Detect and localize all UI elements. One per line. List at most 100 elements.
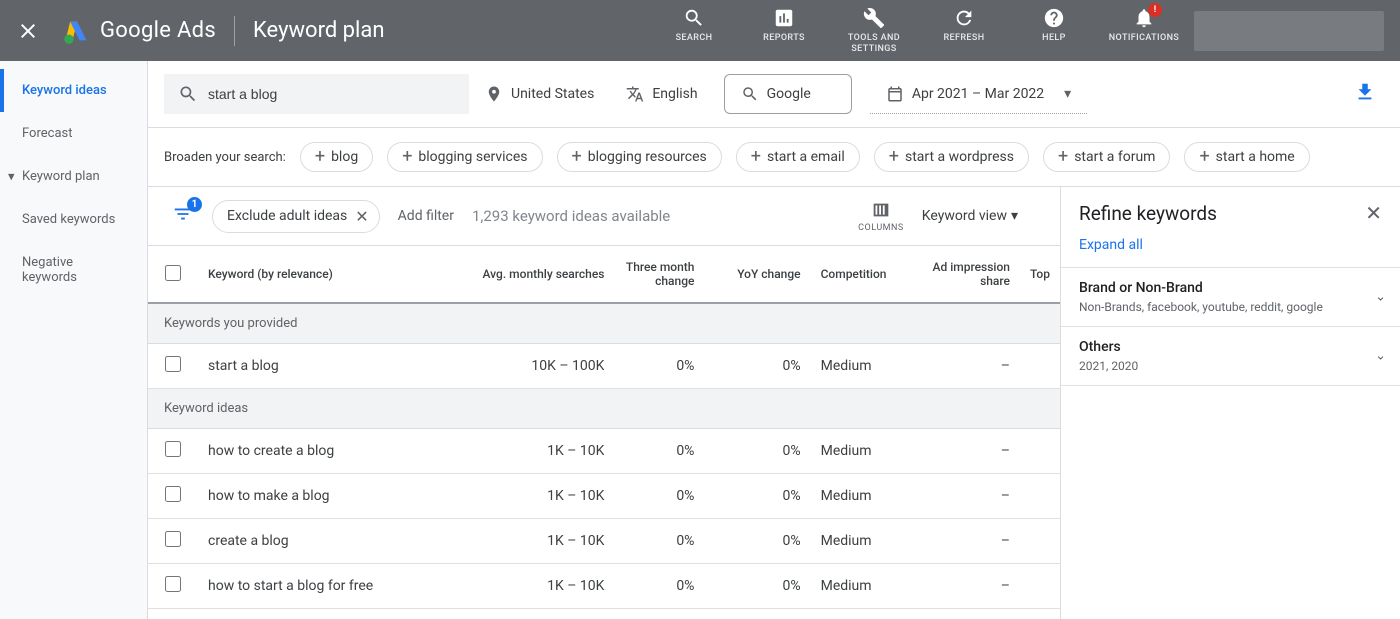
- broaden-chip[interactable]: +blogging resources: [557, 142, 722, 172]
- sidebar-item-keyword-ideas[interactable]: Keyword ideas: [0, 69, 147, 112]
- calendar-icon: [886, 85, 904, 103]
- col-keyword[interactable]: Keyword (by relevance): [198, 246, 434, 303]
- plus-icon: +: [751, 150, 761, 164]
- table-row[interactable]: how to create a blog 1K – 10K 0% 0% Medi…: [148, 429, 1060, 474]
- product-name: Google Ads: [100, 18, 216, 43]
- reports-icon: [773, 7, 795, 29]
- col-three-month[interactable]: Three month change: [614, 246, 704, 303]
- main-content: United States English Google Apr 2021 – …: [148, 61, 1400, 619]
- table-row[interactable]: how to start a blog for free 1K – 10K 0%…: [148, 564, 1060, 609]
- help-tool[interactable]: HELP: [1024, 7, 1084, 44]
- close-icon: [16, 19, 40, 43]
- broaden-chip[interactable]: +blogging services: [387, 142, 542, 172]
- row-checkbox[interactable]: [165, 576, 181, 592]
- caret-down-icon: ▾: [8, 169, 15, 184]
- notification-badge: !: [1148, 3, 1162, 17]
- sidebar-item-keyword-plan[interactable]: ▾ Keyword plan: [0, 155, 147, 198]
- col-top[interactable]: Top: [1020, 246, 1060, 303]
- filter-bar: United States English Google Apr 2021 – …: [148, 61, 1400, 128]
- tools-settings-tool[interactable]: TOOLS AND SETTINGS: [844, 7, 904, 55]
- refine-item-brand[interactable]: Brand or Non-Brand Non-Brands, facebook,…: [1061, 268, 1400, 327]
- row-checkbox[interactable]: [165, 441, 181, 457]
- refresh-icon: [953, 7, 975, 29]
- close-button[interactable]: [16, 19, 40, 43]
- broaden-search-row: Broaden your search: +blog +blogging ser…: [148, 128, 1400, 187]
- columns-button[interactable]: COLUMNS: [858, 199, 904, 233]
- refresh-tool[interactable]: REFRESH: [934, 7, 994, 44]
- plus-icon: +: [1058, 150, 1068, 164]
- col-yoy[interactable]: YoY change: [704, 246, 810, 303]
- account-selector[interactable]: [1194, 11, 1384, 51]
- col-avg-searches[interactable]: Avg. monthly searches: [434, 246, 615, 303]
- language-dropdown[interactable]: English: [610, 75, 713, 114]
- table-row[interactable]: create a blog 1K – 10K 0% 0% Medium –: [148, 519, 1060, 564]
- page-title: Keyword plan: [253, 18, 384, 43]
- section-ideas: Keyword ideas: [148, 389, 1060, 429]
- plus-icon: +: [889, 150, 899, 164]
- view-dropdown[interactable]: Keyword view ▾: [922, 208, 1018, 224]
- translate-icon: [626, 85, 644, 103]
- expand-all-link[interactable]: Expand all: [1061, 235, 1400, 268]
- columns-icon: [870, 199, 892, 221]
- product-logo[interactable]: Google Ads: [62, 17, 216, 45]
- download-icon: [1354, 81, 1376, 103]
- broaden-label: Broaden your search:: [164, 150, 286, 165]
- remove-chip-icon[interactable]: ✕: [355, 207, 368, 226]
- header-tools: SEARCH REPORTS TOOLS AND SETTINGS REFRES…: [664, 7, 1174, 55]
- plus-icon: +: [572, 150, 582, 164]
- col-impression-share[interactable]: Ad impression share: [920, 246, 1020, 303]
- network-dropdown[interactable]: Google: [724, 74, 852, 114]
- divider: [234, 16, 235, 46]
- row-checkbox[interactable]: [165, 356, 181, 372]
- search-tool[interactable]: SEARCH: [664, 7, 724, 44]
- add-filter-button[interactable]: Add filter: [398, 208, 454, 224]
- download-button[interactable]: [1346, 73, 1384, 115]
- select-all-checkbox[interactable]: [165, 265, 181, 281]
- google-ads-icon: [62, 17, 90, 45]
- chevron-down-icon: ⌄: [1375, 290, 1386, 305]
- search-icon: [178, 84, 198, 104]
- date-range-dropdown[interactable]: Apr 2021 – Mar 2022 ▾: [870, 75, 1087, 114]
- chevron-down-icon: ▾: [1011, 208, 1018, 224]
- network-icon: [741, 85, 759, 103]
- refine-panel: Refine keywords ✕ Expand all Brand or No…: [1060, 187, 1400, 619]
- close-refine-button[interactable]: ✕: [1365, 201, 1382, 225]
- broaden-chip[interactable]: +blog: [300, 142, 373, 172]
- notifications-tool[interactable]: ! NOTIFICATIONS: [1114, 7, 1174, 44]
- table-row[interactable]: how to make a blog 1K – 10K 0% 0% Medium…: [148, 474, 1060, 519]
- table-header-row: Keyword (by relevance) Avg. monthly sear…: [148, 246, 1060, 303]
- plus-icon: +: [402, 150, 412, 164]
- sidebar-item-forecast[interactable]: Forecast: [0, 112, 147, 155]
- keyword-search-box[interactable]: [164, 74, 469, 114]
- col-competition[interactable]: Competition: [811, 246, 920, 303]
- table-row[interactable]: start a blog 10K – 100K 0% 0% Medium –: [148, 344, 1060, 389]
- row-checkbox[interactable]: [165, 486, 181, 502]
- row-checkbox[interactable]: [165, 531, 181, 547]
- plus-icon: +: [315, 150, 325, 164]
- broaden-chip[interactable]: +start a forum: [1043, 142, 1170, 172]
- app-header: Google Ads Keyword plan SEARCH REPORTS T…: [0, 0, 1400, 61]
- refine-title: Refine keywords: [1079, 202, 1217, 225]
- sidebar: Keyword ideas Forecast ▾ Keyword plan Sa…: [0, 61, 148, 619]
- chevron-down-icon: ⌄: [1375, 349, 1386, 364]
- broaden-chip[interactable]: +start a wordpress: [874, 142, 1029, 172]
- keyword-table: Keyword (by relevance) Avg. monthly sear…: [148, 245, 1060, 619]
- refine-item-others[interactable]: Others 2021, 2020 ⌄: [1061, 327, 1400, 386]
- broaden-chip[interactable]: +start a email: [736, 142, 860, 172]
- sidebar-item-saved-keywords[interactable]: Saved keywords: [0, 198, 147, 241]
- reports-tool[interactable]: REPORTS: [754, 7, 814, 44]
- ideas-count-label: 1,293 keyword ideas available: [472, 207, 670, 225]
- filter-button[interactable]: 1: [172, 203, 194, 229]
- wrench-icon: [863, 7, 885, 29]
- filter-count-badge: 1: [187, 197, 202, 212]
- location-dropdown[interactable]: United States: [469, 75, 610, 114]
- exclude-adult-chip[interactable]: Exclude adult ideas ✕: [212, 200, 380, 233]
- chevron-down-icon: ▾: [1064, 86, 1071, 102]
- section-provided: Keywords you provided: [148, 303, 1060, 344]
- keyword-search-input[interactable]: [208, 86, 455, 102]
- table-toolbar: 1 Exclude adult ideas ✕ Add filter 1,293…: [148, 187, 1060, 245]
- broaden-chip[interactable]: +start a home: [1184, 142, 1309, 172]
- location-icon: [485, 85, 503, 103]
- sidebar-item-negative-keywords[interactable]: Negative keywords: [0, 241, 147, 299]
- plus-icon: +: [1199, 150, 1209, 164]
